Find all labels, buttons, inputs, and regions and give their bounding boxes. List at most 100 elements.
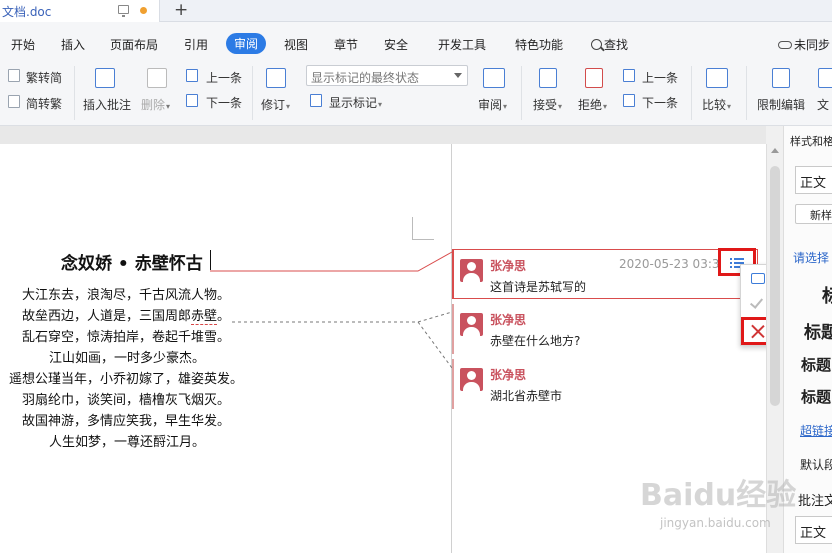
reply-icon <box>751 273 765 284</box>
comment-text[interactable]: 湖北省赤壁市 <box>490 387 562 404</box>
title-bar: 文档.doc + <box>0 0 832 22</box>
comment-card-active[interactable]: 张净思 2020-05-23 03:33 这首诗是苏轼写的 <box>452 249 758 299</box>
style-box-normal[interactable]: 正文 <box>795 516 832 544</box>
track-changes-button[interactable]: 修订▾ <box>261 96 290 113</box>
review-ribbon: 繁转简 简转繁 插入批注 删除▾ 上一条 下一条 修订▾ 显示标记的最终状态 显… <box>0 62 832 126</box>
menu-home[interactable]: 开始 <box>11 36 35 53</box>
avatar <box>460 368 483 391</box>
menu-search[interactable]: 查找 <box>591 36 628 53</box>
trad-to-simp-button[interactable]: 繁转简 <box>26 69 62 86</box>
screen-icon[interactable] <box>118 5 129 17</box>
style-heading-3[interactable]: 标题 <box>801 354 831 375</box>
new-style-button[interactable]: 新样 <box>795 204 832 224</box>
poem-line-2-prefix: 故垒西边，人道是，三国周郎 <box>22 309 192 324</box>
ribbon-divider <box>746 66 747 120</box>
current-style-box[interactable]: 正文 <box>795 166 832 194</box>
menu-developer[interactable]: 开发工具 <box>438 36 486 53</box>
insert-comment-button[interactable]: 插入批注 <box>83 96 131 113</box>
simp-to-trad-icon <box>8 95 20 108</box>
prev-change-icon <box>623 69 635 82</box>
menu-special[interactable]: 特色功能 <box>515 36 563 53</box>
accept-label: 接受 <box>533 98 558 112</box>
restrict-edit-button[interactable]: 限制编辑 <box>757 96 805 113</box>
style-heading-2[interactable]: 标题 <box>804 318 832 343</box>
poem-line-2[interactable]: 故垒西边，人道是，三国周郎赤壁。 <box>22 305 231 325</box>
document-protect-button[interactable]: 文 <box>817 96 829 113</box>
markup-state-select[interactable]: 显示标记的最终状态 <box>306 65 468 86</box>
text-cursor <box>210 250 211 270</box>
poem-line-4[interactable]: 江山如画，一时多少豪杰。 <box>49 347 205 366</box>
insert-comment-icon <box>95 68 115 88</box>
comment-card[interactable]: 张净思 赤壁在什么地方? <box>452 304 766 354</box>
markup-state-value: 显示标记的最终状态 <box>311 71 420 85</box>
avatar <box>460 259 483 282</box>
comment-card[interactable]: 张净思 湖北省赤壁市 <box>452 359 766 409</box>
delete-comment-button[interactable]: 删除▾ <box>141 96 170 113</box>
comment-text[interactable]: 赤壁在什么地方? <box>490 332 580 349</box>
commented-text[interactable]: 赤壁 <box>191 309 218 325</box>
check-icon <box>749 295 764 309</box>
poem-line-1[interactable]: 大江东去，浪淘尽，千古风流人物。 <box>22 284 230 303</box>
scroll-up-icon[interactable] <box>771 148 779 153</box>
poem-title[interactable]: 念奴娇 • 赤壁怀古 <box>61 249 203 274</box>
compare-label: 比较 <box>702 98 727 112</box>
page-corner-mark <box>412 217 413 239</box>
style-default-paragraph[interactable]: 默认段 <box>800 456 832 473</box>
ribbon-divider <box>74 66 75 120</box>
baidu-watermark: Baidu经验 <box>640 478 797 513</box>
next-comment-icon <box>186 94 198 107</box>
delete-comment-label: 删除 <box>141 98 166 112</box>
styles-panel-heading: 样式和格 <box>790 135 832 148</box>
unsaved-dot-icon <box>140 7 147 14</box>
style-comment-text[interactable]: 批注文 <box>798 490 832 509</box>
style-heading-1[interactable]: 标 <box>822 282 832 308</box>
sync-status[interactable]: 未同步 <box>778 36 830 53</box>
compare-button[interactable]: 比较▾ <box>702 96 731 113</box>
ribbon-divider <box>252 66 253 120</box>
menu-page-layout[interactable]: 页面布局 <box>110 36 158 53</box>
style-heading-4[interactable]: 标题 <box>801 386 831 407</box>
next-change-button[interactable]: 下一条 <box>642 94 678 111</box>
current-style-value: 正文 <box>800 176 827 191</box>
menu-security[interactable]: 安全 <box>384 36 408 53</box>
menu-references[interactable]: 引用 <box>184 36 208 53</box>
poem-line-6[interactable]: 羽扇纶巾，谈笑间，樯橹灰飞烟灭。 <box>22 389 230 408</box>
cloud-icon <box>778 41 792 49</box>
reject-icon <box>585 68 603 88</box>
track-changes-label: 修订 <box>261 98 286 112</box>
select-style-hint[interactable]: 请选择 <box>793 249 829 266</box>
ribbon-divider <box>691 66 692 120</box>
document-tab[interactable]: 文档.doc <box>0 0 160 22</box>
poem-line-2-suffix: 。 <box>217 309 231 324</box>
reject-label: 拒绝 <box>578 98 603 112</box>
poem-line-7[interactable]: 故国神游，多情应笑我，早生华发。 <box>22 410 230 429</box>
next-comment-button[interactable]: 下一条 <box>206 94 242 111</box>
poem-line-8[interactable]: 人生如梦，一尊还酹江月。 <box>49 431 205 450</box>
search-icon <box>591 39 602 50</box>
menu-chapter[interactable]: 章节 <box>334 36 358 53</box>
new-tab-button[interactable]: + <box>174 0 188 20</box>
scrollbar-thumb[interactable] <box>770 166 780 406</box>
restrict-edit-icon <box>772 68 790 88</box>
track-changes-icon <box>266 68 286 88</box>
prev-change-button[interactable]: 上一条 <box>642 69 678 86</box>
style-hyperlink[interactable]: 超链接 <box>800 422 832 439</box>
menu-review[interactable]: 审阅 <box>226 33 267 54</box>
delete-comment-icon <box>147 68 167 88</box>
comment-text[interactable]: 这首诗是苏轼写的 <box>490 278 586 295</box>
show-markup-icon <box>310 94 322 107</box>
document-tab-title: 文档.doc <box>2 5 52 19</box>
accept-button[interactable]: 接受▾ <box>533 96 562 113</box>
poem-line-5[interactable]: 遥想公瑾当年，小乔初嫁了，雄姿英发。 <box>9 368 243 387</box>
poem-line-3[interactable]: 乱石穿空，惊涛拍岸，卷起千堆雪。 <box>22 326 230 345</box>
ribbon-divider <box>521 66 522 120</box>
prev-comment-button[interactable]: 上一条 <box>206 69 242 86</box>
simp-to-trad-button[interactable]: 简转繁 <box>26 95 62 112</box>
review-pane-button[interactable]: 审阅▾ <box>478 96 507 113</box>
search-label: 查找 <box>604 38 629 52</box>
show-markup-button[interactable]: 显示标记▾ <box>329 94 382 111</box>
reject-button[interactable]: 拒绝▾ <box>578 96 607 113</box>
style-box-normal-value: 正文 <box>800 526 827 541</box>
menu-view[interactable]: 视图 <box>284 36 308 53</box>
menu-insert[interactable]: 插入 <box>61 36 85 53</box>
